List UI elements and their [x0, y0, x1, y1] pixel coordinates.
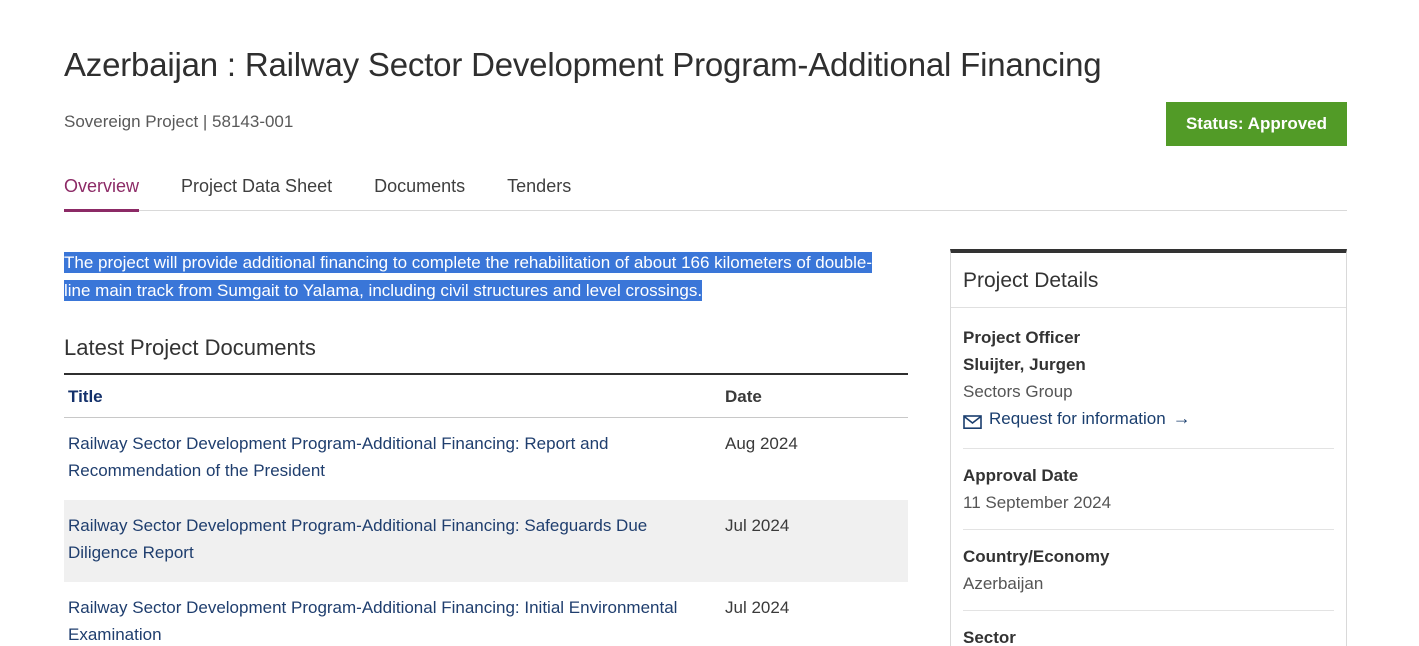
- documents-table: Title Date Railway Sector Development Pr…: [64, 373, 908, 646]
- main-column: The project will provide additional fina…: [64, 249, 908, 646]
- document-date-cell: Jul 2024: [725, 594, 888, 646]
- table-row: Railway Sector Development Program-Addit…: [64, 418, 908, 500]
- document-title-cell: Railway Sector Development Program-Addit…: [68, 430, 725, 484]
- arrow-right-icon: →: [1173, 405, 1191, 432]
- tab-documents[interactable]: Documents: [374, 176, 465, 212]
- page-container: Azerbaijan : Railway Sector Development …: [0, 0, 1347, 646]
- project-details-heading: Project Details: [951, 253, 1346, 308]
- tab-overview[interactable]: Overview: [64, 176, 139, 212]
- document-link[interactable]: Railway Sector Development Program-Addit…: [68, 434, 609, 480]
- content-area: The project will provide additional fina…: [64, 249, 1347, 646]
- table-row: Railway Sector Development Program-Addit…: [64, 582, 908, 646]
- officer-name: Sluijter, Jurgen: [963, 351, 1334, 378]
- field-label: Country/Economy: [963, 543, 1334, 570]
- table-row: Railway Sector Development Program-Addit…: [64, 500, 908, 582]
- field-label: Approval Date: [963, 462, 1334, 489]
- document-link[interactable]: Railway Sector Development Program-Addit…: [68, 516, 647, 562]
- divider: [963, 529, 1334, 530]
- documents-section-heading: Latest Project Documents: [64, 335, 908, 361]
- field-value: Azerbaijan: [963, 570, 1334, 597]
- divider: [963, 448, 1334, 449]
- page-title: Azerbaijan : Railway Sector Development …: [64, 46, 1347, 84]
- tab-tenders[interactable]: Tenders: [507, 176, 571, 212]
- column-header-title: Title: [68, 387, 725, 407]
- project-summary: The project will provide additional fina…: [64, 249, 896, 305]
- document-title-cell: Railway Sector Development Program-Addit…: [68, 512, 725, 566]
- project-details-body: Project Officer Sluijter, Jurgen Sectors…: [951, 308, 1346, 646]
- field-value: 11 September 2024: [963, 489, 1334, 516]
- officer-label: Project Officer: [963, 324, 1334, 351]
- request-link-label: Request for information: [989, 405, 1166, 432]
- status-badge: Status: Approved: [1166, 102, 1347, 146]
- divider: [963, 610, 1334, 611]
- documents-table-header: Title Date: [64, 375, 908, 418]
- tab-bar: Overview Project Data Sheet Documents Te…: [64, 176, 1347, 211]
- document-link[interactable]: Railway Sector Development Program-Addit…: [68, 598, 677, 644]
- document-date-cell: Jul 2024: [725, 512, 888, 566]
- column-header-date: Date: [725, 387, 888, 407]
- selected-text: The project will provide additional fina…: [64, 252, 872, 301]
- document-date-cell: Aug 2024: [725, 430, 888, 484]
- officer-group: Sectors Group: [963, 378, 1334, 405]
- request-for-information-link[interactable]: Request for information →: [963, 405, 1191, 432]
- project-details-panel: Project Details Project Officer Sluijter…: [950, 249, 1347, 646]
- field-label: Sector: [963, 624, 1334, 646]
- tab-project-data-sheet[interactable]: Project Data Sheet: [181, 176, 332, 212]
- document-title-cell: Railway Sector Development Program-Addit…: [68, 594, 725, 646]
- header-row: Sovereign Project | 58143-001 Status: Ap…: [64, 102, 1347, 146]
- project-subtitle: Sovereign Project | 58143-001: [64, 112, 293, 132]
- mail-icon: [963, 411, 982, 426]
